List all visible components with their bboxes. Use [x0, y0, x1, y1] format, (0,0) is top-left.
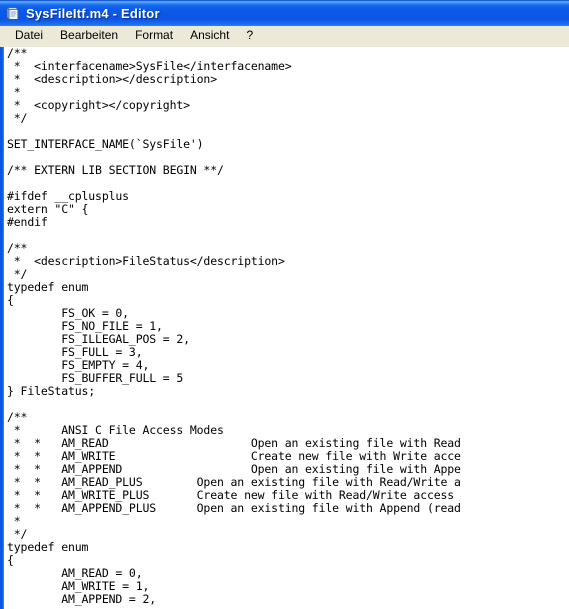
notepad-window: SysFileItf.m4 - Editor Datei Bearbeiten … — [0, 0, 569, 609]
notepad-document-icon — [4, 5, 21, 22]
editor-client-area: /** * <interfacename>SysFile</interfacen… — [0, 47, 569, 609]
title-bar[interactable]: SysFileItf.m4 - Editor — [0, 0, 569, 26]
editor-text[interactable]: /** * <interfacename>SysFile</interfacen… — [7, 47, 569, 606]
menu-item-format[interactable]: Format — [127, 27, 181, 45]
text-scroll-region[interactable]: /** * <interfacename>SysFile</interfacen… — [4, 47, 569, 609]
menu-item-bearbeiten[interactable]: Bearbeiten — [52, 27, 126, 45]
window-title: SysFileItf.m4 - Editor — [26, 5, 160, 21]
menu-bar: Datei Bearbeiten Format Ansicht ? — [0, 26, 569, 47]
menu-item-datei[interactable]: Datei — [7, 27, 51, 45]
menu-item-help[interactable]: ? — [238, 27, 261, 45]
menu-item-ansicht[interactable]: Ansicht — [182, 27, 237, 45]
